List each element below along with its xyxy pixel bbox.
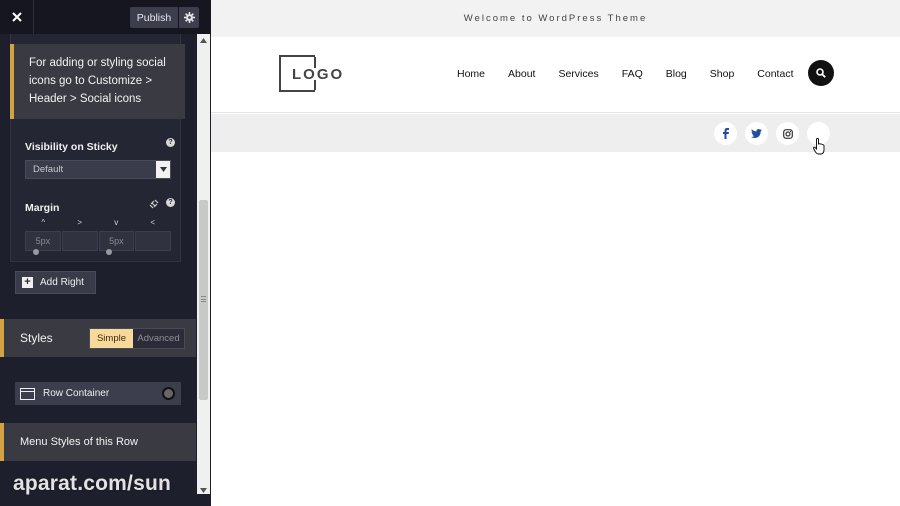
publish-button[interactable]: Publish [130, 7, 178, 28]
instagram-button[interactable] [776, 122, 799, 145]
margin-left-arrow: < [150, 218, 156, 227]
margin-right-input[interactable] [61, 231, 98, 251]
sidebar-scrollbar[interactable] [197, 34, 210, 494]
site-header: LOGO Home About Services FAQ Blog Shop C… [211, 37, 900, 113]
twitter-icon [751, 129, 762, 138]
slider-knob[interactable] [33, 249, 39, 255]
margin-direction-labels: ^ > v < [25, 218, 171, 230]
welcome-text: Welcome to WordPress Theme [463, 13, 648, 24]
styles-section[interactable]: Styles Simple Advanced [0, 319, 196, 357]
help-icon[interactable]: ? [166, 138, 175, 147]
slider-knob[interactable] [106, 249, 112, 255]
facebook-button[interactable] [714, 122, 737, 145]
margin-bottom-input[interactable]: 5px [98, 231, 135, 251]
visibility-sticky-label: Visibility on Sticky [25, 141, 118, 153]
menu-styles-section[interactable]: Menu Styles of this Row [0, 423, 196, 461]
nav-item-home[interactable]: Home [457, 68, 485, 80]
gear-icon [183, 12, 195, 23]
nav-item-contact[interactable]: Contact [757, 68, 793, 80]
close-icon [11, 12, 22, 22]
row-container-item[interactable]: Row Container [15, 382, 181, 405]
customizer-sidebar: Publish For adding or styling social ico… [0, 0, 211, 506]
logo-text: LOGO [292, 66, 345, 83]
container-icon [20, 387, 35, 400]
margin-top-arrow: ^ [41, 218, 46, 227]
search-button[interactable] [808, 60, 834, 86]
nav-item-faq[interactable]: FAQ [622, 68, 643, 80]
scroll-down-arrow[interactable] [197, 484, 210, 496]
chevron-down-icon [156, 161, 170, 178]
nav-item-shop[interactable]: Shop [710, 68, 735, 80]
search-icon [816, 68, 826, 78]
add-right-label: Add Right [40, 277, 84, 288]
mouse-pointer-icon [813, 138, 825, 155]
twitter-button[interactable] [745, 122, 768, 145]
row-container-label: Row Container [43, 388, 110, 399]
advanced-tab[interactable]: Advanced [133, 329, 184, 348]
margin-label: Margin [25, 202, 60, 214]
social-bar [211, 114, 900, 152]
watermark-text: aparat.com/sun [13, 472, 172, 495]
top-strip: Welcome to WordPress Theme [211, 0, 900, 37]
close-button[interactable] [0, 0, 34, 34]
scrollbar-thumb[interactable] [199, 200, 208, 400]
instagram-icon [782, 128, 793, 139]
margin-left-input[interactable] [135, 231, 171, 251]
customizer-topbar: Publish [0, 0, 211, 34]
visibility-sticky-select[interactable]: Default [25, 160, 171, 179]
help-icon[interactable]: ? [166, 198, 175, 207]
margin-bottom-arrow: v [114, 218, 119, 227]
visibility-sticky-value: Default [33, 164, 64, 175]
nav-item-about[interactable]: About [508, 68, 535, 80]
settings-button[interactable] [179, 7, 199, 28]
main-nav: Home About Services FAQ Blog Shop Contac… [457, 68, 816, 80]
menu-styles-title: Menu Styles of this Row [20, 436, 138, 448]
site-logo[interactable]: LOGO [279, 55, 359, 93]
margin-top-input[interactable]: 5px [25, 231, 61, 251]
facebook-icon [723, 128, 729, 139]
nav-item-blog[interactable]: Blog [666, 68, 687, 80]
nav-item-services[interactable]: Services [558, 68, 598, 80]
app-root: Publish For adding or styling social ico… [0, 0, 900, 506]
styles-title: Styles [20, 331, 53, 345]
grip-icon [201, 296, 206, 302]
scroll-up-arrow[interactable] [197, 34, 210, 46]
site-preview: Welcome to WordPress Theme LOGO Home Abo… [211, 0, 900, 506]
styles-mode-toggle: Simple Advanced [89, 328, 185, 349]
plus-icon: + [22, 277, 33, 288]
social-icons-notice: For adding or styling social icons go to… [10, 44, 185, 119]
link-values-icon[interactable] [149, 196, 159, 214]
margin-inputs: 5px 5px [25, 231, 171, 251]
add-right-button[interactable]: + Add Right [15, 271, 96, 294]
margin-right-arrow: > [77, 218, 83, 227]
toggle-icon[interactable] [162, 387, 175, 400]
simple-tab[interactable]: Simple [90, 329, 133, 348]
